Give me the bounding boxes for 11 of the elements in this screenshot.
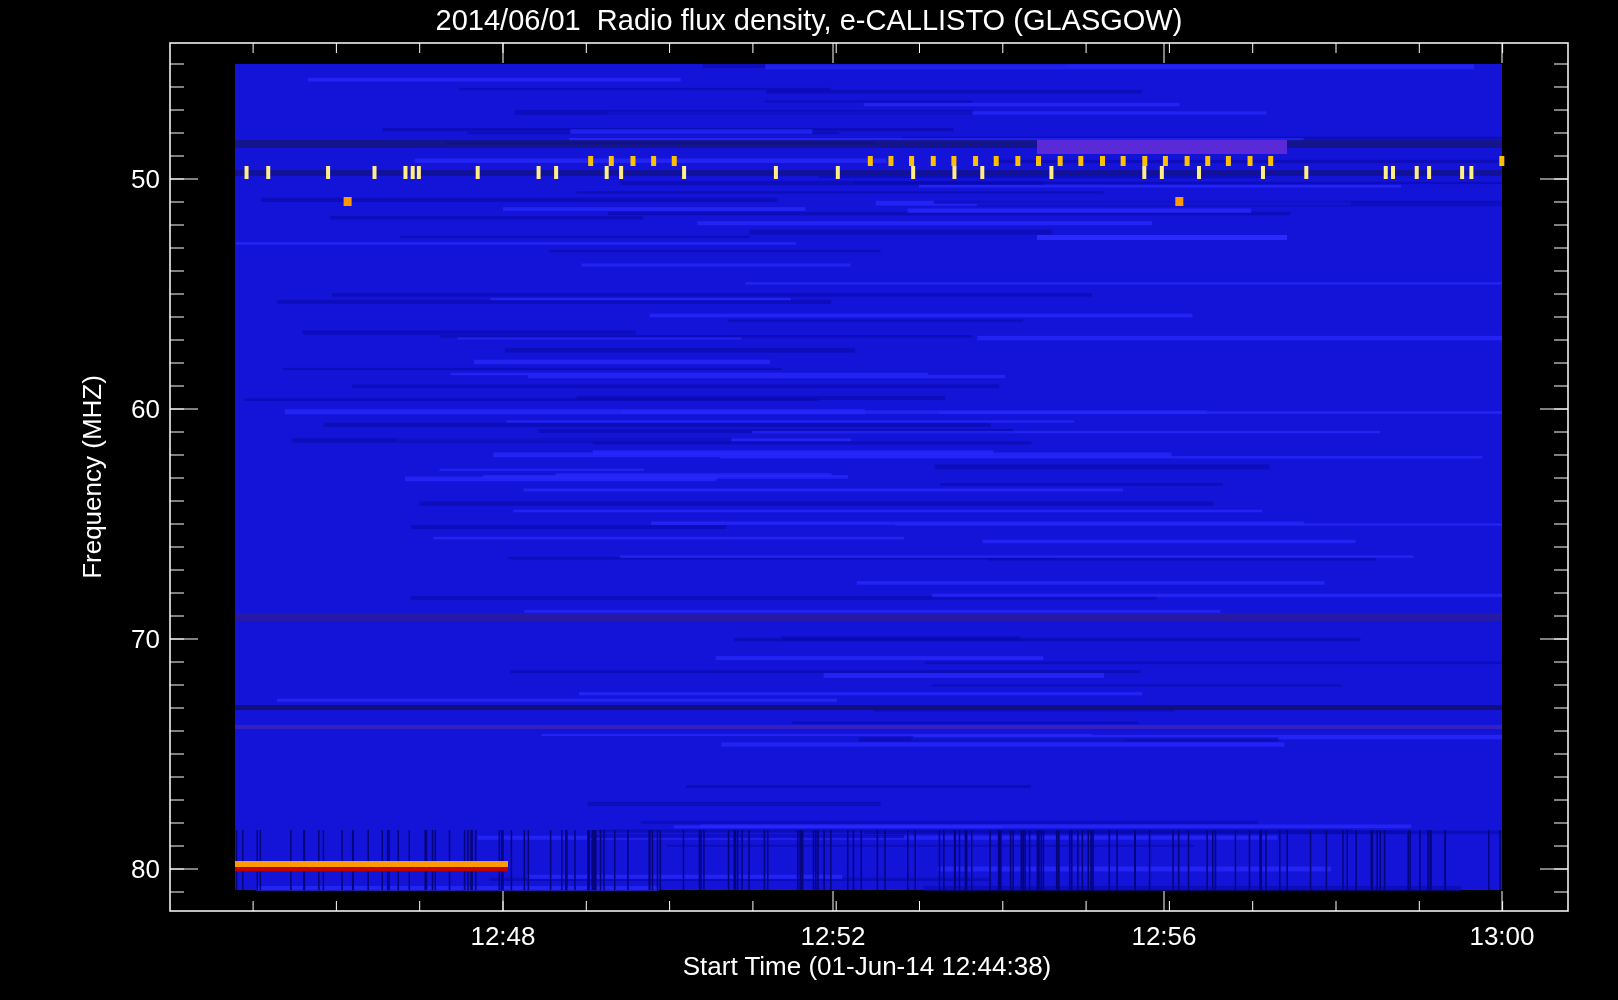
- x-tick-label: 12:48: [470, 921, 536, 951]
- x-tick-label: 13:00: [1469, 921, 1535, 951]
- x-axis-label: Start Time (01-Jun-14 12:44:38): [682, 951, 1052, 981]
- x-tick-label: 12:56: [1131, 921, 1197, 951]
- y-tick-label: 60: [131, 394, 160, 424]
- y-tick-label: 70: [131, 624, 160, 654]
- chart-title: 2014/06/01 Radio flux density, e-CALLISTO (GLASGOW): [435, 3, 1183, 38]
- x-tick-label: 12:52: [800, 921, 866, 951]
- y-tick-label: 80: [131, 854, 160, 884]
- y-tick-label: 50: [131, 164, 160, 194]
- y-axis-label: Frequency (MHZ): [77, 375, 107, 579]
